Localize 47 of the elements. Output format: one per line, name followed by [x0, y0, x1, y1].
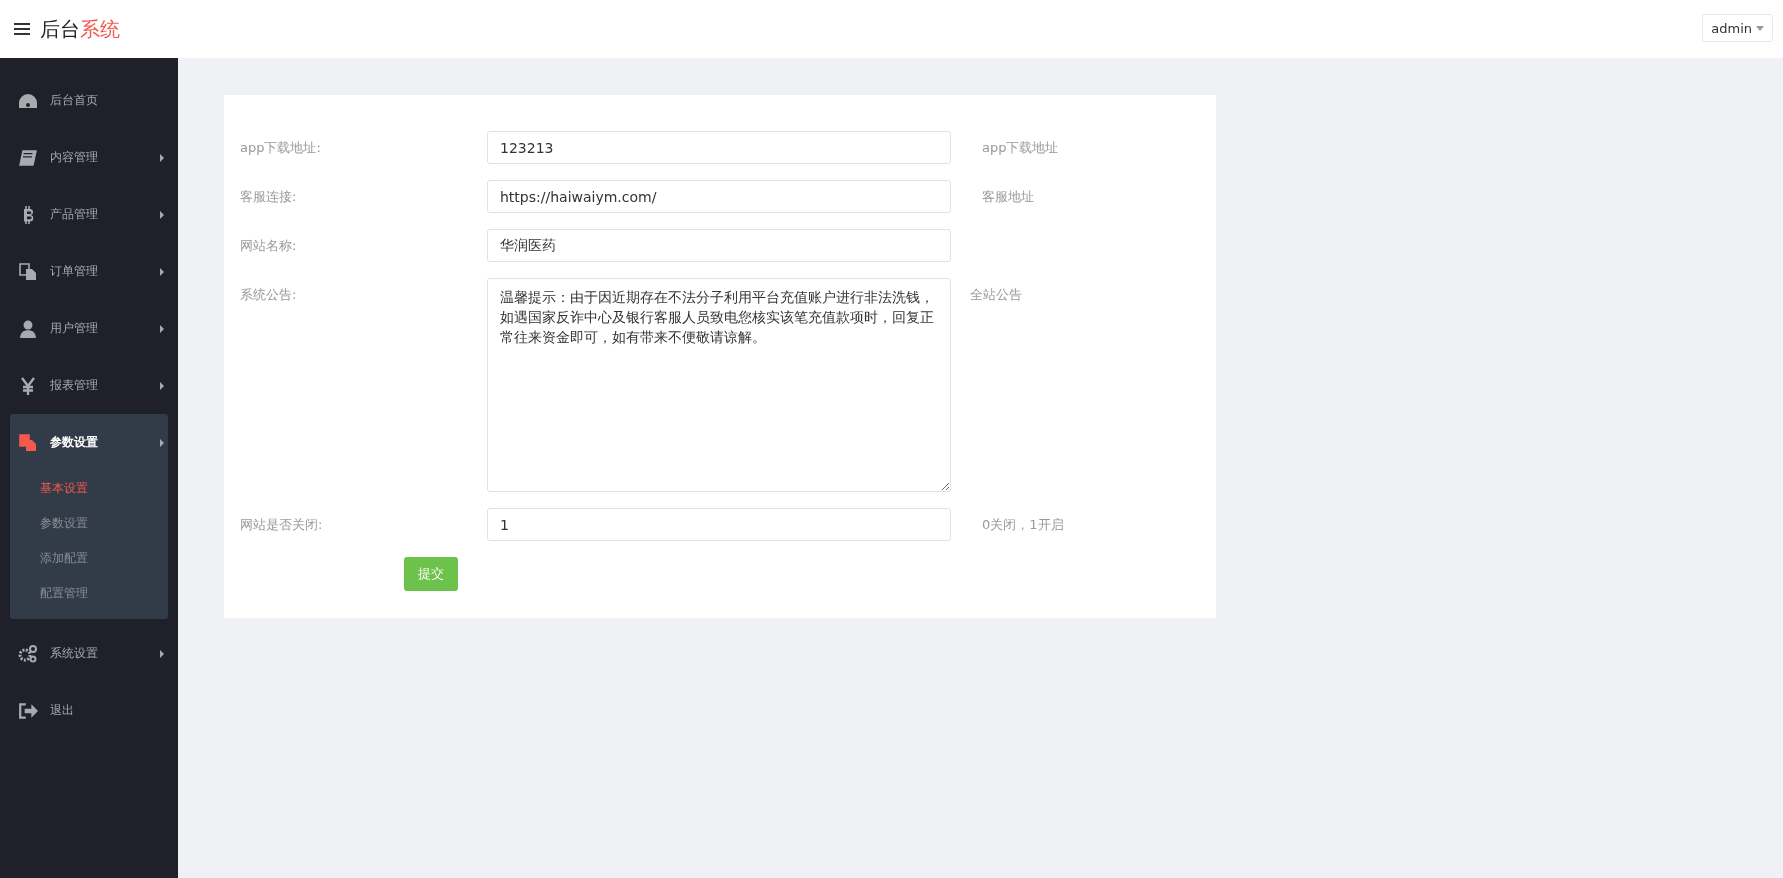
field-label: 网站名称:: [240, 237, 298, 255]
caret-icon: [160, 153, 164, 162]
sidebar-item[interactable]: 报表管理: [10, 357, 168, 414]
caret-icon: [160, 649, 164, 658]
field-hint: 0关闭，1开启: [982, 516, 1064, 534]
field-hint: app下载地址: [982, 139, 1059, 157]
input-field[interactable]: https://haiwaiym.com/: [487, 180, 951, 213]
sidebar-item[interactable]: 退出: [10, 682, 168, 739]
book-icon: [18, 148, 38, 167]
submenu-item[interactable]: 基本设置: [10, 471, 168, 506]
app-title-accent: 系统: [80, 15, 120, 43]
yen-icon: [18, 376, 38, 395]
documents-icon: [18, 262, 38, 281]
gauge-icon: [18, 91, 38, 110]
sidebar-item[interactable]: 系统设置: [10, 625, 168, 682]
caret-icon: [160, 210, 164, 219]
input-field[interactable]: 华润医药: [487, 229, 951, 262]
input-field[interactable]: 123213: [487, 131, 951, 164]
caret-icon: [160, 267, 164, 276]
field-label: 客服连接:: [240, 188, 298, 206]
field-label: 网站是否关闭:: [240, 516, 324, 534]
sidebar-item[interactable]: 内容管理: [10, 129, 168, 186]
sidebar-item[interactable]: 后台首页: [10, 72, 168, 129]
field-label: app下载地址:: [240, 139, 322, 157]
menu-icon[interactable]: [14, 23, 30, 35]
sidebar-item[interactable]: 用户管理: [10, 300, 168, 357]
gears-icon: [18, 644, 38, 663]
logout-icon: [18, 701, 38, 720]
caret-icon: [160, 381, 164, 390]
app-title: 后台: [40, 15, 80, 43]
sidebar-item[interactable]: 参数设置: [10, 414, 168, 471]
user-menu-button[interactable]: admin: [1702, 14, 1773, 42]
submenu-item[interactable]: 参数设置: [10, 506, 168, 541]
caret-icon: [160, 324, 164, 333]
documents-icon: [18, 433, 38, 452]
textarea-field[interactable]: 温馨提示：由于因近期存在不法分子利用平台充值账户进行非法洗钱，如遇国家反诈中心及银行客服人员致电您核实该笔充值款项时，回复正常往来资金即可，如有带来不便敬请谅解。: [487, 278, 951, 492]
user-icon: [18, 319, 38, 338]
input-field[interactable]: 1: [487, 508, 951, 541]
submenu-item[interactable]: 配置管理: [10, 576, 168, 611]
caret-icon: [1756, 25, 1764, 31]
sidebar-item[interactable]: 订单管理: [10, 243, 168, 300]
field-hint: 全站公告: [970, 286, 1022, 304]
submenu-item[interactable]: 添加配置: [10, 541, 168, 576]
sidebar-item[interactable]: 产品管理: [10, 186, 168, 243]
field-hint: 客服地址: [982, 188, 1034, 206]
caret-icon: [160, 438, 164, 447]
field-label: 系统公告:: [240, 286, 298, 304]
